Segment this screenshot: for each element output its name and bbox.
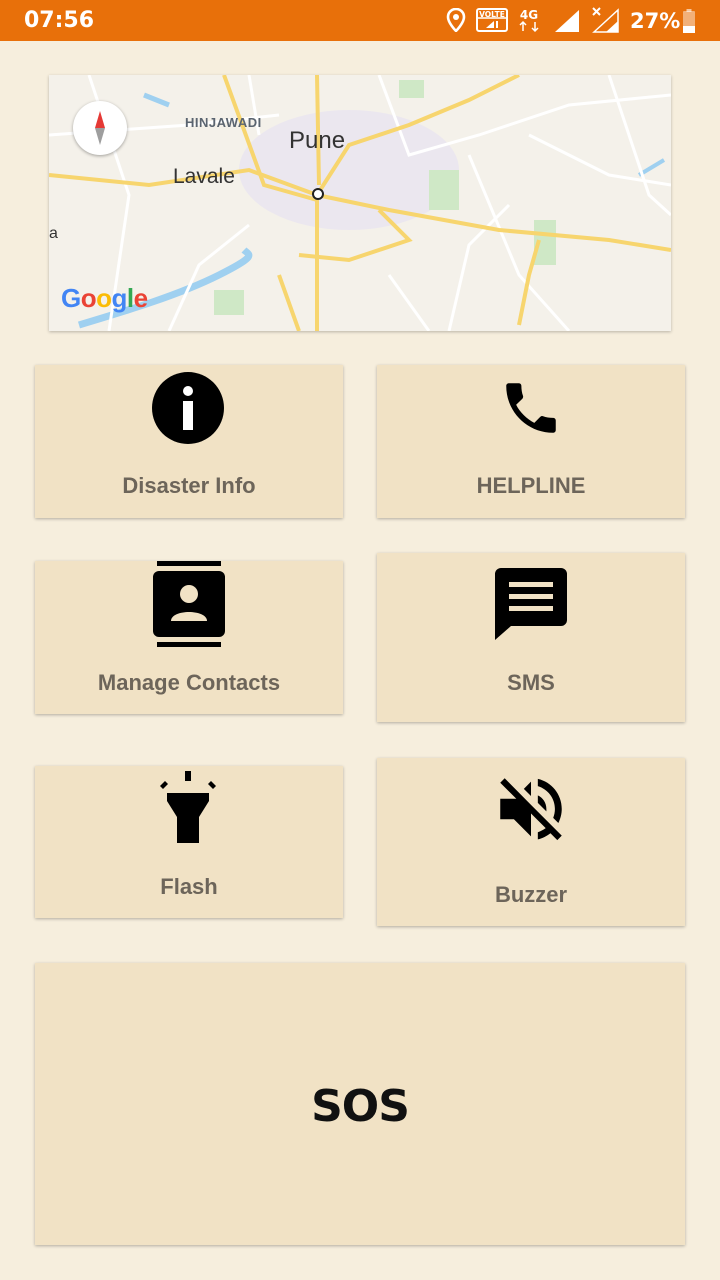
disaster-info-button[interactable]: Disaster Info (35, 365, 343, 518)
battery-icon (683, 9, 695, 38)
map-label-lavale: Lavale (173, 165, 235, 188)
buzzer-button[interactable]: Buzzer (377, 758, 685, 926)
sms-label: SMS (507, 670, 555, 695)
sms-button[interactable]: SMS (377, 553, 685, 722)
flash-label: Flash (160, 874, 218, 899)
flashlight-icon (157, 771, 219, 850)
location-icon (446, 7, 466, 37)
battery-percent: 27% (630, 9, 681, 33)
network-4g-text: 4G (520, 8, 538, 22)
status-time: 07:56 (24, 8, 95, 33)
buzzer-label: Buzzer (494, 882, 568, 907)
map-view[interactable]: HINJAWADI Pune Lavale a Google (49, 75, 671, 331)
contacts-icon (152, 561, 226, 652)
helpline-button[interactable]: HELPLINE (377, 365, 685, 518)
map-label-hinjawadi: HINJAWADI (185, 115, 262, 130)
network-4g-icon: 4G (517, 6, 543, 39)
phone-icon (498, 375, 564, 446)
sos-label: SOS (311, 1081, 410, 1132)
helpline-label: HELPLINE (476, 473, 586, 498)
volte-text: VOLTE (479, 10, 505, 19)
volume-off-icon (490, 768, 572, 855)
info-icon (152, 372, 224, 449)
manage-contacts-label: Manage Contacts (97, 670, 281, 695)
message-icon (495, 568, 567, 645)
map-label-pune: Pune (289, 127, 346, 154)
manage-contacts-button[interactable]: Manage Contacts (35, 561, 343, 714)
compass-button[interactable] (73, 101, 127, 155)
map-label-partial: a (49, 225, 58, 242)
status-bar: 07:56 VOLTE 4G 27% (0, 0, 720, 41)
google-logo: Google (61, 283, 148, 313)
volte-icon: VOLTE (476, 8, 508, 37)
disaster-info-label: Disaster Info (122, 473, 256, 498)
sos-button[interactable]: SOS (35, 963, 685, 1245)
flash-button[interactable]: Flash (35, 766, 343, 918)
signal-no-service-icon (591, 6, 619, 38)
signal-icon (554, 9, 580, 38)
compass-icon (95, 111, 105, 145)
